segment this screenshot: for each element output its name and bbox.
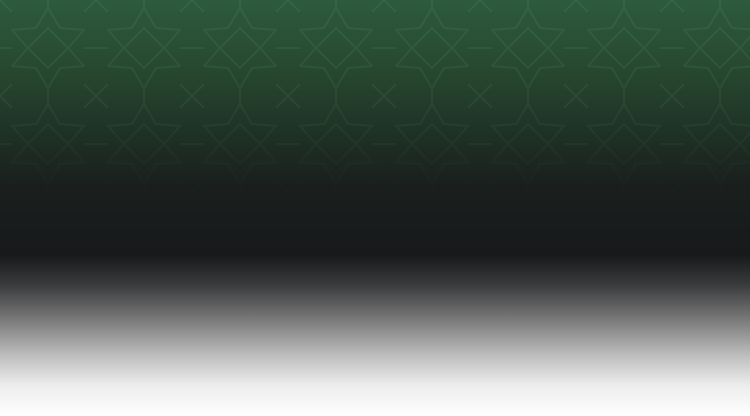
hero-background [0, 0, 750, 416]
geometric-star-lattice-icon [0, 0, 750, 200]
